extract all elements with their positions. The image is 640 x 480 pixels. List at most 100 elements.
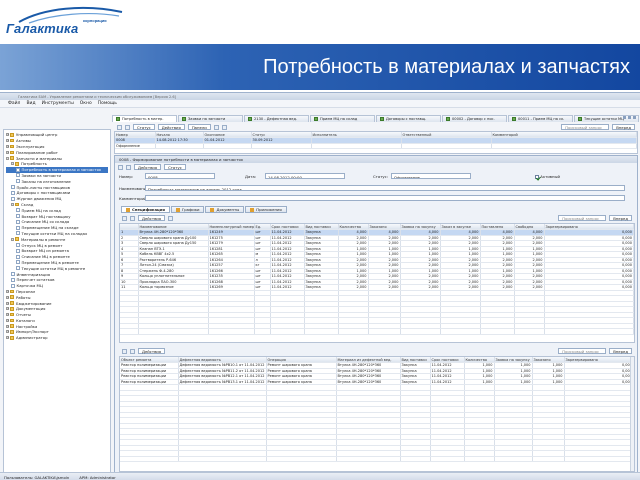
defects-search-input[interactable]: Поисковый запрос xyxy=(558,348,607,354)
expand-toggle-icon[interactable]: + xyxy=(6,330,9,334)
edit-icon[interactable] xyxy=(125,124,130,130)
active-checkbox-wrap[interactable]: Активный xyxy=(535,174,560,179)
expand-toggle-icon[interactable]: + xyxy=(6,318,9,322)
tree-node-label: Планирование работ xyxy=(16,149,58,155)
spec-empty-cell xyxy=(480,328,515,335)
defects-row[interactable]: Реактор полимеризации Дефектная ведомость… xyxy=(120,362,634,369)
document-icon xyxy=(11,190,15,195)
doc-tab[interactable]: Потребность в матер. xyxy=(112,115,177,122)
menu-view[interactable]: Вид xyxy=(26,101,35,106)
defects-actions-dropdown[interactable]: Действия xyxy=(138,348,166,354)
doc-tab[interactable]: 00011 - Прием МЦ на ск. xyxy=(508,115,573,122)
defects-empty-cell xyxy=(120,456,179,462)
add-row-icon[interactable] xyxy=(122,215,127,221)
expand-toggle-icon[interactable]: - xyxy=(11,162,14,166)
doc-tab[interactable]: Договоры с поставщ. xyxy=(376,115,441,122)
expand-toggle-icon[interactable]: - xyxy=(6,156,9,160)
refresh-icon[interactable] xyxy=(213,124,219,130)
filter-icon[interactable] xyxy=(221,124,227,130)
tree-node-label: Списание МЦ со склада xyxy=(21,219,70,225)
defects-search-next-button[interactable]: Вперед xyxy=(609,348,632,354)
status-dropdown[interactable]: Статус xyxy=(133,124,155,130)
expand-toggle-icon[interactable]: + xyxy=(6,150,9,154)
defects-edit-icon[interactable] xyxy=(130,348,135,354)
form-actions-dropdown[interactable]: Действия xyxy=(134,164,162,170)
search-next-button[interactable]: Вперед xyxy=(612,124,635,130)
expand-toggle-icon[interactable]: + xyxy=(6,313,9,317)
expand-toggle-icon[interactable]: - xyxy=(11,202,14,206)
tree-node-label: Склад xyxy=(21,201,34,207)
defects-add-icon[interactable] xyxy=(122,348,127,354)
print-icon[interactable] xyxy=(126,164,131,170)
name-field[interactable]: Потребность материалов на апрель 2012 го… xyxy=(145,185,625,191)
panel-dropdown[interactable]: Панели xyxy=(187,124,211,130)
date-field[interactable]: 14.08.2012 00:00 xyxy=(265,173,345,179)
form-title: 0008 - Формирование потребности в матери… xyxy=(115,156,637,163)
tree-node-label: Отпуск МЦ в ремонт xyxy=(21,242,63,248)
number-field[interactable]: 0008 xyxy=(145,173,215,179)
attachments-tab-icon xyxy=(250,207,255,212)
delete-row-icon[interactable] xyxy=(130,215,135,221)
spec-filter-icon[interactable] xyxy=(168,215,174,221)
document-icon xyxy=(16,231,20,236)
expand-toggle-icon[interactable]: + xyxy=(6,144,9,148)
folder-icon xyxy=(10,289,14,294)
maximize-icon[interactable] xyxy=(628,116,631,119)
menu-file[interactable]: Файл xyxy=(8,101,20,106)
spec-search-input[interactable]: Поисковый запрос xyxy=(558,215,607,221)
tab-charts[interactable]: Графики xyxy=(170,206,205,213)
expand-toggle-icon[interactable]: + xyxy=(6,289,9,293)
minimize-icon[interactable] xyxy=(623,116,626,119)
menu-tools[interactable]: Инструменты xyxy=(42,101,74,106)
expand-toggle-icon[interactable]: + xyxy=(6,307,9,311)
expand-toggle-icon[interactable]: + xyxy=(6,336,9,340)
window-controls xyxy=(623,116,636,119)
state-field[interactable]: Оформление xyxy=(391,173,471,179)
new-icon[interactable] xyxy=(117,124,122,130)
tree-node-label: Заявки на запчасти xyxy=(21,172,61,178)
document-icon xyxy=(11,277,15,282)
form-status-dropdown[interactable]: Статус xyxy=(164,164,186,170)
expand-toggle-icon[interactable]: + xyxy=(6,301,9,305)
tab-attachments[interactable]: Приложения xyxy=(245,206,287,213)
spec-search-next-button[interactable]: Вперед xyxy=(609,215,632,221)
save-icon[interactable] xyxy=(118,164,123,170)
doc-tab[interactable]: Заявки на запчасти xyxy=(178,115,243,122)
document-icon xyxy=(16,219,20,224)
menu-help[interactable]: Помощь xyxy=(98,101,117,106)
defects-empty-cell xyxy=(430,456,465,462)
defects-scrollbar[interactable] xyxy=(630,357,634,471)
folder-icon xyxy=(15,237,19,241)
close-icon[interactable] xyxy=(633,116,636,119)
tab-specification[interactable]: Спецификация xyxy=(121,206,170,213)
doc-tab[interactable]: 2130 - Дефектная вед. xyxy=(244,115,309,122)
folder-icon xyxy=(10,295,14,299)
list-filter-cell[interactable]: Оформление xyxy=(115,143,156,149)
spec-empty-cell xyxy=(338,328,369,335)
tree-node-label: Договоры с поставщиками xyxy=(16,190,71,196)
menu-window[interactable]: Окно xyxy=(80,101,92,106)
tree-node[interactable]: Потребность в материалах и запчастях xyxy=(6,166,108,173)
expand-toggle-icon[interactable]: - xyxy=(11,237,14,241)
defects-row[interactable]: Реактор полимеризации Дефектная ведомость… xyxy=(120,368,634,374)
actions-dropdown[interactable]: Действия xyxy=(157,124,185,130)
tree-node[interactable]: + Администратор xyxy=(6,335,108,341)
status-bar: Пользователь: GALAKTIKA\jsmoln АРМ: Admi… xyxy=(0,472,640,480)
doc-tab[interactable]: 00002 - Договор с пос. xyxy=(442,115,507,122)
active-checkbox[interactable] xyxy=(535,175,539,179)
defects-empty-cell xyxy=(532,456,565,462)
comment-field[interactable] xyxy=(145,195,625,201)
doc-tab[interactable]: Прием МЦ на склад xyxy=(310,115,375,122)
defects-row[interactable]: Реактор полимеризации Дефектная ведомость… xyxy=(120,379,634,385)
spec-actions-dropdown[interactable]: Действия xyxy=(138,215,166,221)
expand-toggle-icon[interactable]: + xyxy=(6,133,9,137)
expand-toggle-icon[interactable]: + xyxy=(6,295,9,299)
defects-empty-cell xyxy=(400,456,431,462)
search-input[interactable]: Поисковый запрос xyxy=(561,124,610,130)
tree-node-label: Журнал движения МЦ xyxy=(16,196,62,202)
defects-row[interactable]: Реактор полимеризации Дефектная ведомость… xyxy=(120,373,634,380)
tab-documents[interactable]: Документы xyxy=(205,206,245,213)
expand-toggle-icon[interactable]: + xyxy=(6,324,9,328)
expand-toggle-icon[interactable]: + xyxy=(6,139,9,143)
document-icon xyxy=(16,260,20,265)
